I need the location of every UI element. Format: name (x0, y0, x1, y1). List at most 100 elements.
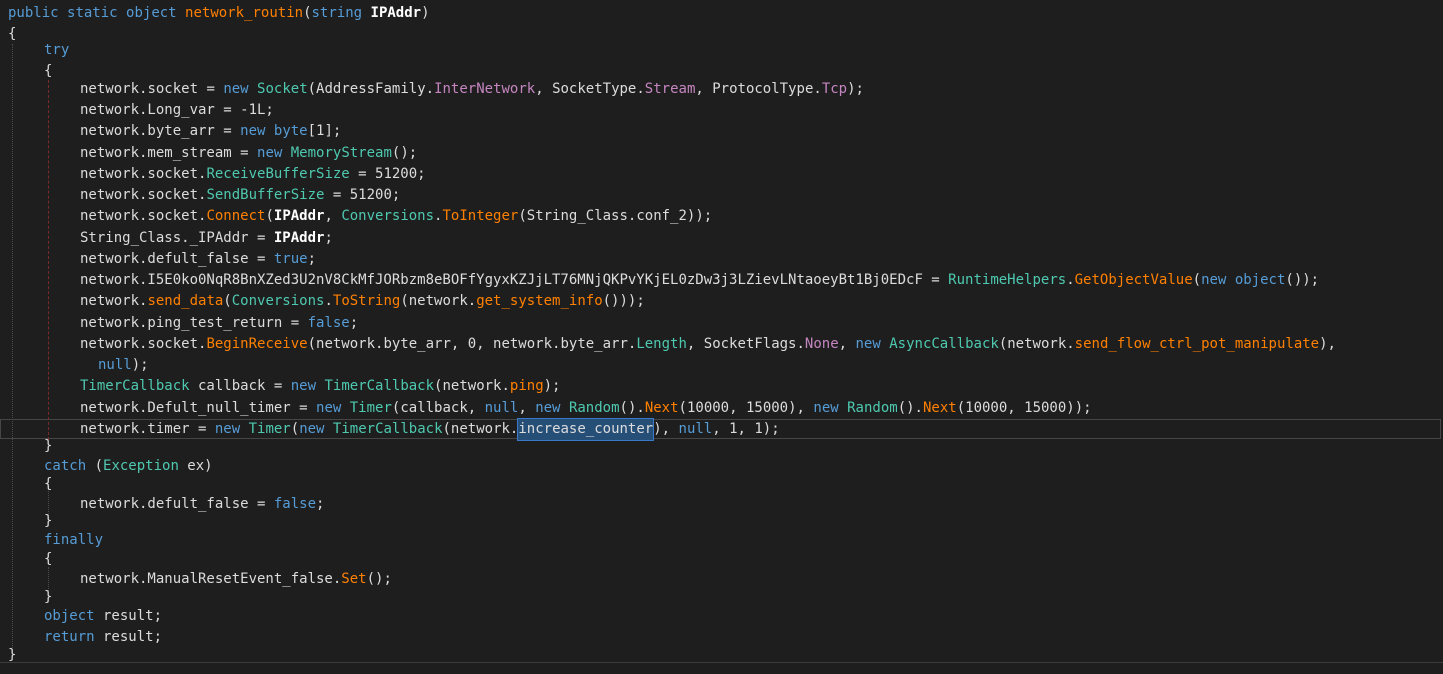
code-token: (AddressFamily. (307, 81, 435, 97)
code-token: ( (303, 5, 312, 21)
type-token: Conversions (341, 208, 435, 224)
method-token: ToInteger (442, 208, 519, 224)
code-token: network.byte_arr = (80, 123, 241, 139)
code-token: network.defult_false = (80, 251, 274, 267)
code-line[interactable]: String_Class._IPAddr = IPAddr; (0, 228, 1443, 249)
type-token: Random (568, 400, 620, 416)
code-token: network. (80, 81, 148, 97)
code-token: . (1066, 272, 1075, 288)
code-line[interactable]: network.socket.ReceiveBufferSize = 51200… (0, 164, 1443, 185)
code-line[interactable]: network.socket.BeginReceive(network.byte… (0, 334, 1443, 355)
editor-bottom-border (0, 662, 1443, 663)
code-token: ), (653, 421, 679, 437)
type-token: Random (847, 400, 898, 416)
type-token: Length (636, 336, 687, 352)
code-token: { (44, 476, 53, 492)
code-line[interactable]: network.Long_var = -1L; (0, 100, 1443, 121)
code-text: finally (44, 530, 103, 551)
code-line[interactable]: network.defult_false = true; (0, 249, 1443, 270)
code-token: network.socket. (80, 208, 207, 224)
code-text: { (44, 474, 52, 495)
code-token: } (44, 513, 53, 529)
type-token: Timer (349, 400, 392, 416)
code-token: (). (897, 400, 923, 416)
code-token: ; (324, 230, 333, 246)
code-line[interactable]: network.socket.Connect(IPAddr, Conversio… (0, 206, 1443, 227)
code-token: result; (94, 629, 163, 645)
code-token: (network. (998, 336, 1075, 352)
code-token: (network. (434, 378, 510, 394)
code-token: IPAddr (273, 208, 325, 224)
keyword-token: null (484, 400, 519, 416)
code-line[interactable]: finally (0, 530, 1443, 551)
keyword-token: new (535, 400, 561, 416)
type-token: TimerCallback (80, 378, 190, 394)
method-token: send_flow_ctrl_pot_manipulate (1074, 336, 1320, 352)
method-token: ping (509, 378, 544, 394)
code-token: ( (223, 293, 232, 309)
code-line[interactable]: null); (0, 355, 1443, 376)
code-token: ); (847, 81, 864, 97)
code-text: public static object network_routin(stri… (8, 3, 430, 24)
code-text: object result; (44, 606, 162, 627)
code-line[interactable]: public static object network_routin(stri… (0, 3, 1443, 24)
keyword-token: new (813, 400, 839, 416)
code-line[interactable]: try (0, 40, 1443, 61)
code-text: network.defult_false = true; (80, 249, 316, 270)
keyword-token: false (307, 315, 350, 331)
code-token: { (44, 63, 53, 79)
code-token: network.defult_false = (80, 496, 274, 512)
method-token: send_data (147, 293, 224, 309)
type-token: AsyncCallback (889, 336, 999, 352)
type-token: Exception (103, 458, 179, 474)
code-line[interactable]: { (0, 549, 1443, 570)
code-line[interactable]: network.byte_arr = new byte[1]; (0, 121, 1443, 142)
method-token: Connect (206, 208, 266, 224)
code-token: { (44, 551, 53, 567)
code-text: String_Class._IPAddr = IPAddr; (80, 228, 333, 249)
code-token: , SocketType. (535, 81, 645, 97)
code-line[interactable]: network.send_data(Conversions.ToString(n… (0, 291, 1443, 312)
code-line[interactable]: network.Defult_null_timer = new Timer(ca… (0, 398, 1443, 419)
code-token: network. (80, 293, 148, 309)
code-line[interactable]: } (0, 587, 1443, 608)
code-text: try (44, 40, 69, 61)
code-line[interactable]: network.ping_test_return = false; (0, 313, 1443, 334)
code-line[interactable]: } (0, 436, 1443, 457)
code-text: network.socket.BeginReceive(network.byte… (80, 334, 1336, 355)
code-line[interactable]: TimerCallback callback = new TimerCallba… (0, 376, 1443, 397)
code-line[interactable]: { (0, 474, 1443, 495)
code-line[interactable]: object result; (0, 606, 1443, 627)
code-line[interactable]: network.socket.SendBufferSize = 51200; (0, 185, 1443, 206)
code-text: network.socket = new Socket(AddressFamil… (80, 79, 864, 100)
code-editor[interactable]: public static object network_routin(stri… (0, 0, 1443, 674)
code-line[interactable]: network.mem_stream = new MemoryStream(); (0, 143, 1443, 164)
code-token: (); (391, 145, 418, 161)
code-token: ( (1192, 272, 1202, 288)
method-token: network_routin (185, 5, 304, 21)
method-token: Next (644, 400, 679, 416)
code-line[interactable]: network.socket = new Socket(AddressFamil… (0, 79, 1443, 100)
code-token: , (838, 336, 856, 352)
code-token: = 51200; (349, 166, 426, 182)
keyword-token: new (299, 421, 325, 437)
code-token: network.Long_var = -1L; (80, 102, 274, 118)
code-token: String_Class._IPAddr = (80, 230, 274, 246)
code-token: } (44, 589, 53, 605)
code-token: ( (265, 208, 274, 224)
code-token: Tcp (821, 81, 848, 97)
code-line[interactable]: } (0, 511, 1443, 532)
code-token: , SocketFlags. (686, 336, 805, 352)
code-token: ); (131, 357, 149, 373)
code-text: } (44, 511, 52, 532)
code-token: (); (366, 571, 392, 587)
code-line[interactable]: network.I5E0ko0NqR8BnXZed3U2nV8CkMfJORbz… (0, 270, 1443, 291)
code-token: network.socket. (80, 336, 207, 352)
code-token: result; (94, 608, 163, 624)
